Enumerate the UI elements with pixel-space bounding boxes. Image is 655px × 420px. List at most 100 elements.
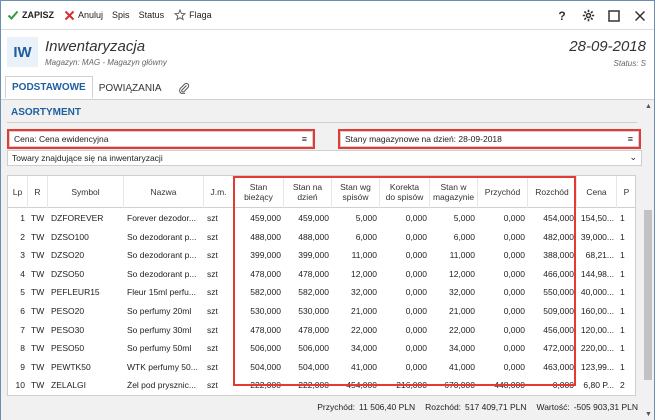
table-row[interactable]: 7 TW PESO30 So perfumy 30ml szt 478,000 478,00… [8, 321, 635, 339]
page-title: Inwentaryzacja [45, 38, 146, 55]
cell-correction: 0,000 [405, 343, 427, 354]
price-selector-value: Cena: Cena ewidencyjna [14, 134, 109, 144]
cell-in-warehouse: 6,000 [453, 231, 475, 242]
goods-filter-select[interactable]: Towary znajdujące się na inwentaryzacji … [7, 150, 642, 166]
col-price[interactable]: Cena [577, 176, 617, 208]
col-correction[interactable]: Korekta do spisów [380, 176, 430, 208]
cell-per-lists: 41,000 [351, 361, 377, 372]
cell-jm: szt [207, 268, 218, 279]
cell-on-day: 530,000 [298, 306, 329, 316]
cell-correction: 0,000 [405, 287, 427, 298]
table-row[interactable]: 3 TW DZSO20 So dezodorant p... szt 399,000 399… [8, 246, 635, 264]
cell-per-lists: 22,000 [351, 324, 377, 335]
col-jm[interactable]: J.m. [204, 176, 234, 208]
cell-r: TW [31, 361, 45, 372]
price-selector[interactable]: Cena: Cena ewidencyjna ≡ [9, 131, 313, 147]
cell-correction: 0,000 [405, 231, 427, 242]
menu-icon[interactable]: ≡ [628, 134, 633, 144]
col-per-lists[interactable]: Stan wg spisów [332, 176, 380, 208]
table-row[interactable]: 6 TW PESO20 So perfumy 20ml szt 530,000 530,00… [8, 302, 635, 320]
chevron-down-icon[interactable]: ⌄ [629, 152, 637, 163]
cell-price: 36,00... [577, 395, 617, 396]
col-in-warehouse[interactable]: Stan w magazynie [430, 176, 478, 208]
table-row[interactable]: 11TWZELAQUAŻel pod prysznic...szt320,000… [8, 395, 636, 396]
cell-per-lists: 454,000 [346, 380, 377, 391]
cell-price: 220,00... [580, 343, 614, 354]
table-row[interactable]: 4 TW DZSO50 So dezodorant p... szt 478,000 478… [8, 265, 635, 283]
table-row[interactable]: 9 TW PEWTK50 WTK perfumy 50... szt 504,000 504… [8, 358, 635, 376]
tab-attachments[interactable] [168, 77, 196, 99]
cell-lp: 10 [15, 380, 25, 391]
cell-price: 40,000... [580, 287, 614, 298]
col-name[interactable]: Nazwa [124, 176, 204, 208]
status-button[interactable]: Status [139, 5, 165, 25]
cell-r: TW [31, 380, 45, 391]
cell-current: 478,000 [250, 268, 281, 279]
cell-jm: szt [207, 380, 218, 391]
save-button[interactable]: ZAPISZ [7, 5, 54, 25]
col-r[interactable]: R [28, 176, 48, 208]
cell-current: 506,000 [250, 343, 281, 354]
cell-in-warehouse: 21,000 [449, 306, 475, 316]
cell-in-warehouse: 32,000 [449, 287, 475, 298]
cell-symbol: PESO30 [51, 324, 85, 335]
cell-outgo: 456,000 [543, 324, 574, 335]
spis-button[interactable]: Spis [112, 5, 130, 25]
cell-per-lists: 21,000 [351, 306, 377, 316]
cell-jm: szt [207, 324, 218, 335]
cell-on-day: 399,000 [298, 250, 329, 261]
col-outgo[interactable]: Rozchód [528, 176, 577, 208]
tab-powiazania[interactable]: POWIĄZANIA [93, 77, 168, 99]
cell-price: 160,00... [580, 306, 614, 316]
scroll-down-icon[interactable]: ▼ [645, 411, 652, 418]
cell-current: 582,000 [250, 287, 281, 298]
cell-on-day: 582,000 [298, 287, 329, 298]
cell-per-lists: 11,000 [351, 250, 377, 261]
cell-jm: szt [207, 306, 218, 316]
cell-jm: szt [207, 250, 218, 261]
cell-p: 1 [620, 361, 625, 372]
vertical-scrollbar[interactable]: ▲ ▼ [642, 100, 654, 420]
cell-on-day: 320,000 [284, 395, 332, 396]
window-close-icon[interactable] [628, 4, 652, 28]
menu-icon[interactable]: ≡ [302, 134, 307, 144]
scroll-up-icon[interactable]: ▲ [645, 103, 652, 110]
help-icon[interactable]: ? [550, 4, 574, 28]
col-on-day[interactable]: Stan na dzień [284, 176, 332, 208]
cell-in-warehouse: 11,000 [449, 250, 475, 261]
cell-symbol: DZSO50 [51, 268, 85, 279]
table-row[interactable]: 8 TW PESO50 So perfumy 50ml szt 506,000 506,00… [8, 339, 635, 357]
table-row[interactable]: 2 TW DZSO100 So dezodorant p... szt 488,000 48… [8, 228, 635, 246]
stock-date-selector[interactable]: Stany magazynowe na dzień: 28-09-2018 ≡ [340, 131, 639, 147]
income-total-label: Przychód: [317, 402, 356, 412]
gear-icon[interactable] [576, 4, 600, 28]
scroll-thumb[interactable] [644, 210, 652, 380]
cell-on-day: 504,000 [298, 361, 329, 372]
col-lp[interactable]: Lp [8, 176, 28, 208]
status-label: Status [138, 10, 165, 20]
col-income[interactable]: Przychód [478, 176, 528, 208]
cell-income: 448,000 [494, 380, 525, 391]
cell-current: 320,000 [234, 395, 284, 396]
cell-outgo: 482,000 [543, 231, 574, 242]
section-title: ASORTYMENT [11, 107, 81, 118]
cancel-button[interactable]: Anuluj [64, 5, 103, 25]
maximize-icon[interactable] [602, 4, 626, 28]
cell-name: So perfumy 20ml [127, 306, 192, 316]
table-row[interactable]: 10 TW ZELALGI Żel pod prysznic... szt 222,000… [8, 376, 635, 394]
cell-outgo: 388,000 [543, 250, 574, 261]
cell-per-lists: 34,000 [351, 343, 377, 354]
star-icon [174, 9, 187, 21]
flag-button[interactable]: Flaga [174, 5, 212, 25]
col-symbol[interactable]: Symbol [48, 176, 124, 208]
table-row[interactable]: 1 TW DZFOREVER Forever dezodor... szt 459,000… [8, 209, 635, 227]
cell-in-warehouse: 22,000 [449, 324, 475, 335]
table-row[interactable]: 5 TW PEFLEUR15 Fleur 15ml perfu... szt 582,00… [8, 283, 635, 301]
cell-lp: 1 [20, 213, 25, 223]
content-area: ASORTYMENT Cena: Cena ewidencyjna ≡ Stan… [1, 100, 642, 420]
cell-jm: szt [207, 213, 218, 223]
col-current[interactable]: Stan bieżący [234, 176, 284, 208]
cell-symbol: PESO20 [51, 306, 85, 316]
col-p[interactable]: P [617, 176, 635, 208]
tab-podstawowe[interactable]: PODSTAWOWE [5, 76, 93, 99]
